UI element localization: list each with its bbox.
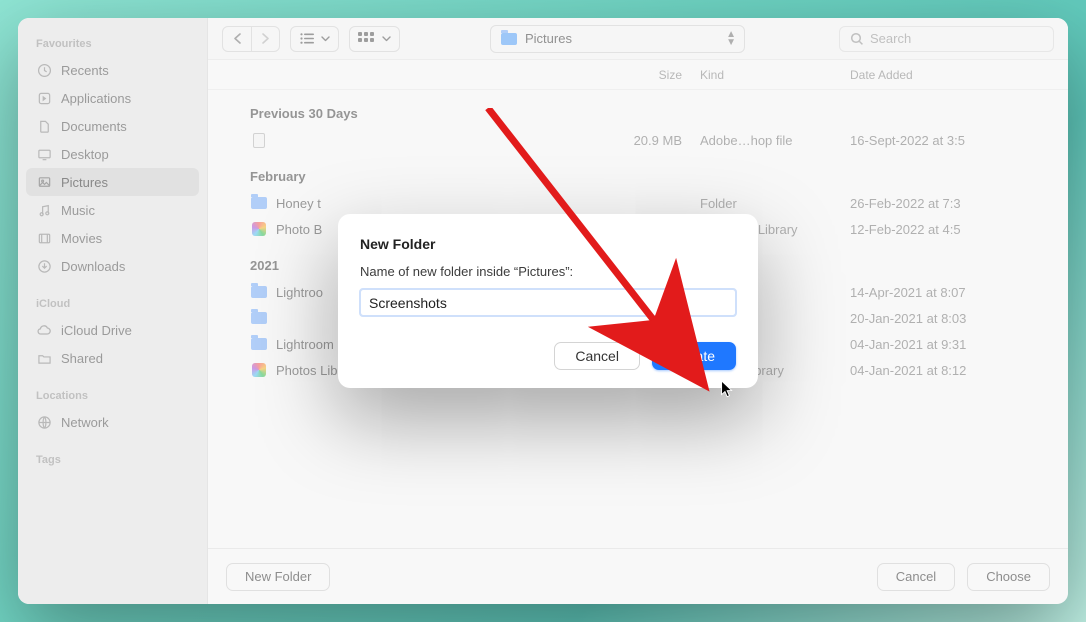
folder-icon: [250, 283, 268, 301]
sidebar-item-label: Desktop: [61, 147, 109, 162]
sidebar-item-desktop[interactable]: Desktop: [26, 140, 199, 168]
pictures-icon: [36, 174, 52, 190]
cloud-icon: [36, 322, 52, 338]
dialog-title: New Folder: [360, 236, 736, 252]
folder-icon: [250, 194, 268, 212]
sidebar-section-favourites: Favourites: [26, 34, 199, 56]
new-folder-dialog: New Folder Name of new folder inside “Pi…: [338, 214, 758, 388]
sidebar-section-icloud: iCloud: [26, 294, 199, 316]
chevron-down-icon: [382, 36, 391, 42]
file-kind: Adobe…hop file: [700, 133, 850, 148]
location-label: Pictures: [525, 31, 572, 46]
file-date: 04-Jan-2021 at 9:31: [850, 337, 1050, 352]
clock-icon: [36, 62, 52, 78]
desktop-icon: [36, 146, 52, 162]
file-date: 26-Feb-2022 at 7:3: [850, 196, 1050, 211]
dialog-create-button[interactable]: Create: [652, 342, 736, 370]
toolbar: Pictures ▲▼ Search: [208, 18, 1068, 60]
search-input[interactable]: Search: [839, 26, 1054, 52]
dialog-prompt: Name of new folder inside “Pictures”:: [360, 264, 736, 279]
file-size: 20.9 MB: [590, 133, 700, 148]
new-folder-button[interactable]: New Folder: [226, 563, 330, 591]
sidebar-item-label: Music: [61, 203, 95, 218]
file-name: Honey t: [276, 196, 590, 211]
file-date: 20-Jan-2021 at 8:03: [850, 311, 1050, 326]
sidebar-item-documents[interactable]: Documents: [26, 112, 199, 140]
chevron-down-icon: [321, 36, 330, 42]
file-date: 04-Jan-2021 at 8:12: [850, 363, 1050, 378]
sidebar-item-label: Pictures: [61, 175, 108, 190]
location-popup[interactable]: Pictures ▲▼: [490, 25, 745, 53]
column-kind[interactable]: Kind: [700, 68, 850, 82]
sidebar-item-label: Downloads: [61, 259, 125, 274]
folder-name-input[interactable]: [360, 289, 736, 316]
applications-icon: [36, 90, 52, 106]
folder-icon: [250, 335, 268, 353]
sidebar-item-recents[interactable]: Recents: [26, 56, 199, 84]
nav-buttons: [222, 26, 280, 52]
sidebar-item-shared[interactable]: Shared: [26, 344, 199, 372]
folder-icon: [250, 309, 268, 327]
movies-icon: [36, 230, 52, 246]
sidebar-item-network[interactable]: Network: [26, 408, 199, 436]
column-date-added[interactable]: Date Added: [850, 68, 1050, 82]
view-grid-button[interactable]: [349, 26, 400, 52]
network-icon: [36, 414, 52, 430]
group-title: February: [208, 153, 1068, 190]
sidebar-item-pictures[interactable]: Pictures: [26, 168, 199, 196]
downloads-icon: [36, 258, 52, 274]
sidebar-item-label: Network: [61, 415, 109, 430]
sidebar-item-label: Shared: [61, 351, 103, 366]
search-icon: [850, 32, 864, 46]
group-title: Previous 30 Days: [208, 90, 1068, 127]
file-row[interactable]: 20.9 MBAdobe…hop file16-Sept-2022 at 3:5: [208, 127, 1068, 153]
sidebar-item-music[interactable]: Music: [26, 196, 199, 224]
file-row[interactable]: Honey t Folder26-Feb-2022 at 7:3: [208, 190, 1068, 216]
sidebar: Favourites Recents Applications Document…: [18, 18, 208, 604]
sidebar-item-applications[interactable]: Applications: [26, 84, 199, 112]
photoslib-icon: [250, 361, 268, 379]
search-placeholder: Search: [870, 31, 911, 46]
cancel-button[interactable]: Cancel: [877, 563, 955, 591]
file-kind: Folder: [700, 196, 850, 211]
up-down-icon: ▲▼: [726, 31, 736, 47]
back-button[interactable]: [223, 27, 251, 51]
dialog-cancel-button[interactable]: Cancel: [554, 342, 640, 370]
sidebar-item-downloads[interactable]: Downloads: [26, 252, 199, 280]
finder-open-panel: Favourites Recents Applications Document…: [18, 18, 1068, 604]
folder-icon: [501, 31, 517, 47]
sidebar-item-label: Applications: [61, 91, 131, 106]
shared-folder-icon: [36, 350, 52, 366]
sidebar-item-movies[interactable]: Movies: [26, 224, 199, 252]
file-date: 12-Feb-2022 at 4:5: [850, 222, 1050, 237]
file-icon: [250, 131, 268, 149]
sidebar-item-label: Documents: [61, 119, 127, 134]
sidebar-section-locations: Locations: [26, 386, 199, 408]
sidebar-section-tags: Tags: [26, 450, 199, 472]
bottom-bar: New Folder Cancel Choose: [208, 548, 1068, 604]
sidebar-item-label: Movies: [61, 231, 102, 246]
sidebar-item-icloud-drive[interactable]: iCloud Drive: [26, 316, 199, 344]
forward-button[interactable]: [251, 27, 279, 51]
file-date: 14-Apr-2021 at 8:07: [850, 285, 1050, 300]
choose-button[interactable]: Choose: [967, 563, 1050, 591]
sidebar-item-label: iCloud Drive: [61, 323, 132, 338]
column-size[interactable]: Size: [590, 68, 700, 82]
sidebar-item-label: Recents: [61, 63, 109, 78]
document-icon: [36, 118, 52, 134]
music-icon: [36, 202, 52, 218]
column-headers[interactable]: Name Size Kind Date Added: [208, 60, 1068, 90]
photoslib-icon: [250, 220, 268, 238]
file-date: 16-Sept-2022 at 3:5: [850, 133, 1050, 148]
view-list-button[interactable]: [290, 26, 339, 52]
